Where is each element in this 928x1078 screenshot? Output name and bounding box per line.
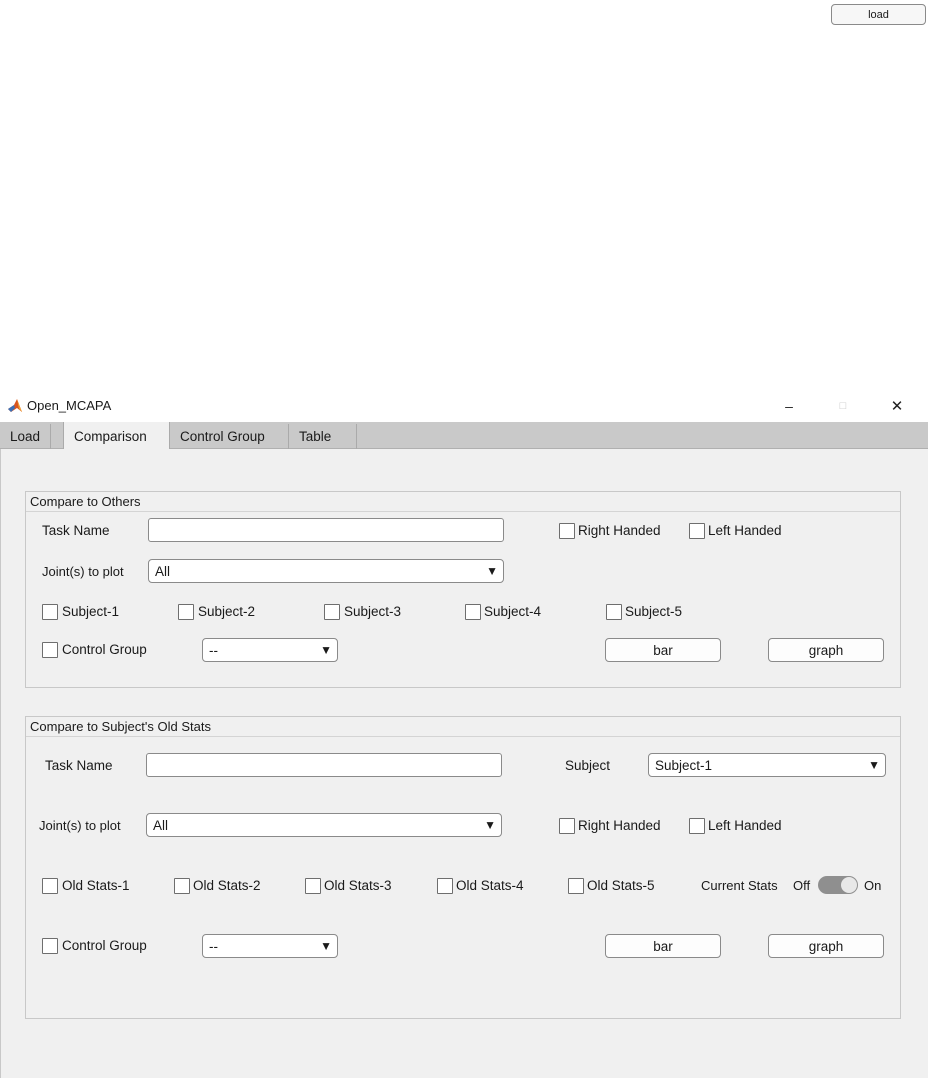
- right-handed-label: Right Handed: [578, 818, 661, 833]
- graph-button[interactable]: graph: [768, 934, 884, 958]
- joints-label: Joint(s) to plot: [39, 818, 121, 833]
- bar-button[interactable]: bar: [605, 934, 721, 958]
- title-bar: Open_MCAPA – □ ✕: [0, 390, 928, 422]
- compare-to-others-panel: Compare to Others Task Name Right Handed…: [25, 491, 901, 688]
- switch-off-label: Off: [793, 878, 811, 893]
- old-stats-5-label: Old Stats-5: [587, 878, 655, 893]
- maximize-button[interactable]: □: [826, 393, 860, 419]
- tab-load[interactable]: Load: [0, 424, 52, 449]
- panel-title: Compare to Subject's Old Stats: [26, 717, 900, 737]
- control-group-checkbox[interactable]: [42, 642, 58, 658]
- graph-button[interactable]: graph: [768, 638, 884, 662]
- tab-table[interactable]: Table: [289, 424, 357, 449]
- control-group-dropdown[interactable]: -- ▼: [202, 934, 338, 958]
- control-group-label: Control Group: [62, 938, 147, 953]
- chevron-down-icon: ▼: [868, 758, 880, 772]
- old-stats-3-label: Old Stats-3: [324, 878, 392, 893]
- left-handed-checkbox[interactable]: [689, 818, 705, 834]
- control-group-value: --: [209, 938, 218, 954]
- old-stats-2-label: Old Stats-2: [193, 878, 261, 893]
- task-name-input[interactable]: [146, 753, 502, 777]
- chevron-down-icon: ▼: [320, 643, 332, 657]
- control-group-label: Control Group: [62, 642, 147, 657]
- control-group-value: --: [209, 642, 218, 658]
- subject-5-checkbox[interactable]: [606, 604, 622, 620]
- old-stats-4-label: Old Stats-4: [456, 878, 524, 893]
- subject-1-checkbox[interactable]: [42, 604, 58, 620]
- joints-value: All: [153, 817, 169, 833]
- subject-4-label: Subject-4: [484, 604, 542, 619]
- chevron-down-icon: ▼: [484, 818, 496, 832]
- current-stats-switch[interactable]: [818, 876, 858, 894]
- subject-dropdown[interactable]: Subject-1 ▼: [648, 753, 886, 777]
- control-group-dropdown[interactable]: -- ▼: [202, 638, 338, 662]
- switch-knob: [841, 877, 857, 893]
- task-name-label: Task Name: [42, 523, 110, 538]
- left-handed-label: Left Handed: [708, 523, 782, 538]
- current-stats-label: Current Stats: [701, 878, 778, 893]
- old-stats-2-checkbox[interactable]: [174, 878, 190, 894]
- close-button[interactable]: ✕: [880, 393, 914, 419]
- chevron-down-icon: ▼: [320, 939, 332, 953]
- right-handed-label: Right Handed: [578, 523, 661, 538]
- left-handed-label: Left Handed: [708, 818, 782, 833]
- tab-comparison[interactable]: Comparison: [63, 422, 170, 450]
- tab-bar: Load Comparison Control Group Table: [0, 422, 928, 450]
- subject-label: Subject: [565, 758, 611, 773]
- old-stats-5-checkbox[interactable]: [568, 878, 584, 894]
- subject-2-label: Subject-2: [198, 604, 256, 619]
- load-button[interactable]: load: [831, 4, 926, 25]
- control-group-checkbox[interactable]: [42, 938, 58, 954]
- minimize-button[interactable]: –: [772, 393, 806, 419]
- joints-label: Joint(s) to plot: [42, 564, 124, 579]
- right-handed-checkbox[interactable]: [559, 523, 575, 539]
- task-name-label: Task Name: [45, 758, 113, 773]
- tab-control-group[interactable]: Control Group: [170, 424, 289, 449]
- task-name-input[interactable]: [148, 518, 504, 542]
- switch-on-label: On: [864, 878, 882, 893]
- subject-5-label: Subject-5: [625, 604, 683, 619]
- joints-dropdown[interactable]: All ▼: [148, 559, 504, 583]
- matlab-icon: [8, 399, 22, 412]
- joints-value: All: [155, 563, 171, 579]
- bar-button[interactable]: bar: [605, 638, 721, 662]
- app-window: Open_MCAPA – □ ✕ Load Comparison Control…: [0, 390, 928, 1078]
- joints-dropdown[interactable]: All ▼: [146, 813, 502, 837]
- comparison-tab-content: Compare to Others Task Name Right Handed…: [0, 449, 928, 1078]
- subject-2-checkbox[interactable]: [178, 604, 194, 620]
- left-handed-checkbox[interactable]: [689, 523, 705, 539]
- subject-3-checkbox[interactable]: [324, 604, 340, 620]
- old-stats-1-label: Old Stats-1: [62, 878, 130, 893]
- old-stats-4-checkbox[interactable]: [437, 878, 453, 894]
- right-handed-checkbox[interactable]: [559, 818, 575, 834]
- subject-4-checkbox[interactable]: [465, 604, 481, 620]
- window-title: Open_MCAPA: [27, 398, 112, 413]
- old-stats-1-checkbox[interactable]: [42, 878, 58, 894]
- chevron-down-icon: ▼: [486, 564, 498, 578]
- subject-3-label: Subject-3: [344, 604, 402, 619]
- subject-1-label: Subject-1: [62, 604, 120, 619]
- old-stats-3-checkbox[interactable]: [305, 878, 321, 894]
- subject-value: Subject-1: [655, 757, 713, 773]
- compare-to-old-stats-panel: Compare to Subject's Old Stats Task Name…: [25, 716, 901, 1019]
- panel-title: Compare to Others: [26, 492, 900, 512]
